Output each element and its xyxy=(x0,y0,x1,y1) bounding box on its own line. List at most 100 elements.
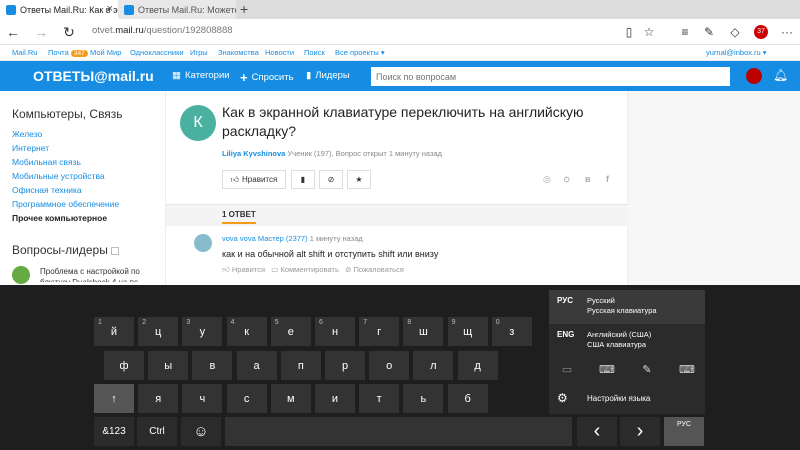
key[interactable]: д xyxy=(457,351,498,380)
sidebar-link[interactable]: Мобильная связь xyxy=(12,157,81,167)
answer-like-link[interactable]: 👍︎ Нравится xyxy=(222,265,265,274)
tab-title: Ответы Mail.Ru: Можете пс xyxy=(138,4,236,15)
key[interactable]: т xyxy=(359,384,400,413)
key[interactable]: а xyxy=(236,351,277,380)
key[interactable]: 6н xyxy=(315,317,355,346)
tab-active[interactable]: Ответы Mail.Ru: Как в э × xyxy=(0,0,118,19)
question-author[interactable]: Liliya Kyvshinova xyxy=(222,149,285,158)
user-email[interactable]: yurnal@inbox.ru ▾ xyxy=(706,48,767,57)
portal-link-search[interactable]: Поиск xyxy=(304,48,325,57)
space-key[interactable] xyxy=(225,417,572,446)
language-option-eng[interactable]: ENG Английский (США) США клавиатура xyxy=(549,324,705,358)
sidebar-link[interactable]: Программное обеспечение xyxy=(12,199,119,209)
key[interactable]: 7г xyxy=(359,317,400,346)
key[interactable]: м xyxy=(270,384,311,413)
key[interactable]: 1й xyxy=(94,317,134,346)
bell-icon[interactable]: 🔔︎ xyxy=(773,68,788,82)
notes-icon[interactable]: ✎ xyxy=(700,23,718,41)
sidebar-link[interactable]: Офисная техника xyxy=(12,185,82,195)
ctrl-key[interactable]: Ctrl xyxy=(137,417,177,446)
portal-link-mailru[interactable]: Mail.Ru xyxy=(12,48,37,57)
key[interactable]: ч xyxy=(182,384,223,413)
keyboard-split-icon[interactable]: ⌨︎ xyxy=(597,363,617,377)
ask-button[interactable]: + Спросить xyxy=(240,70,294,85)
leader-question-link[interactable]: Проблема с настройкой по блютузу Dualsho… xyxy=(40,266,155,282)
share-icon[interactable]: ◎ xyxy=(543,174,551,185)
like-button[interactable]: 👍︎ Нравится xyxy=(222,170,286,189)
bookmark-button[interactable]: ▮ xyxy=(291,170,315,189)
sidebar-link[interactable]: Мобильные устройства xyxy=(12,171,105,181)
favorite-star-icon[interactable]: ☆ xyxy=(640,23,658,41)
key[interactable]: 9щ xyxy=(447,317,488,346)
search-input[interactable] xyxy=(371,67,730,86)
key[interactable]: ф xyxy=(104,351,144,380)
portal-link-all-projects[interactable]: Все проекты ▾ xyxy=(335,48,385,57)
shift-key[interactable]: ↑ xyxy=(94,384,134,413)
portal-link-ok[interactable]: Одноклассники xyxy=(130,48,184,57)
star-button[interactable]: ★ xyxy=(347,170,371,189)
sidebar-link[interactable]: Интернет xyxy=(12,143,49,153)
key[interactable]: б xyxy=(447,384,488,413)
categories-button[interactable]: ▦ Категории xyxy=(172,70,230,81)
key[interactable]: 4к xyxy=(226,317,267,346)
key[interactable]: л xyxy=(413,351,454,380)
key[interactable]: я xyxy=(138,384,179,413)
hub-icon[interactable]: ≡ xyxy=(676,23,694,41)
checkbox-icon[interactable] xyxy=(111,246,120,255)
share-icon[interactable]: ◇ xyxy=(726,23,744,41)
key[interactable]: и xyxy=(315,384,355,413)
language-key[interactable]: РУС xyxy=(664,417,704,446)
portal-link-dating[interactable]: Знакомства xyxy=(218,48,259,57)
new-tab-icon[interactable]: + xyxy=(240,0,254,19)
url-field[interactable]: otvet.mail.ru/question/192808888 xyxy=(92,25,233,36)
key[interactable]: п xyxy=(280,351,321,380)
refresh-icon[interactable]: ↻ xyxy=(60,23,78,41)
portal-link-mail[interactable]: Почта 347 xyxy=(48,48,88,57)
key[interactable]: ь xyxy=(403,384,444,413)
keyboard-wide-icon[interactable]: ▭ xyxy=(557,363,577,377)
key[interactable]: в xyxy=(192,351,233,380)
forward-icon[interactable]: → xyxy=(32,23,50,41)
prev-key[interactable]: ‹ xyxy=(577,417,617,446)
key[interactable]: 2ц xyxy=(138,317,179,346)
leaders-button[interactable]: ▮ Лидеры xyxy=(306,70,350,81)
sidebar-link[interactable]: Железо xyxy=(12,129,42,139)
gear-icon: ⚙︎ xyxy=(557,391,568,405)
site-logo[interactable]: ОТВЕТЫ@mail.ru xyxy=(33,68,154,84)
more-icon[interactable]: ··· xyxy=(778,23,796,41)
key[interactable]: ы xyxy=(148,351,189,380)
key[interactable]: с xyxy=(226,384,267,413)
key[interactable]: р xyxy=(325,351,365,380)
close-tab-icon[interactable]: × xyxy=(107,3,113,15)
portal-link-games[interactable]: Игры xyxy=(190,48,208,57)
symbols-key[interactable]: &123 xyxy=(94,417,134,446)
tab-inactive[interactable]: Ответы Mail.Ru: Можете пс xyxy=(118,0,236,19)
answer-author[interactable]: vova vova xyxy=(222,234,256,243)
extension-icon[interactable]: 37 xyxy=(754,25,768,39)
vk-icon[interactable]: в xyxy=(585,174,591,184)
key[interactable]: о xyxy=(369,351,410,380)
next-key[interactable]: › xyxy=(620,417,660,446)
key[interactable]: 0з xyxy=(491,317,532,346)
portal-link-myworld[interactable]: Мой Мир xyxy=(90,48,121,57)
key[interactable]: 8ш xyxy=(403,317,444,346)
language-settings[interactable]: ⚙︎ Настройки языка xyxy=(549,387,705,411)
portal-link-news[interactable]: Новости xyxy=(265,48,294,57)
answer-avatar[interactable] xyxy=(194,234,212,252)
user-avatar[interactable] xyxy=(746,68,762,84)
question-avatar[interactable]: К xyxy=(180,105,216,141)
back-icon[interactable]: ← xyxy=(4,23,22,41)
handwriting-icon[interactable]: ✎ xyxy=(637,363,657,377)
language-option-rus[interactable]: РУС Русский Русская клавиатура xyxy=(549,290,705,324)
reading-view-icon[interactable]: ▯ xyxy=(620,23,638,41)
answer-report-link[interactable]: ⊘ Пожаловаться xyxy=(345,265,404,274)
block-button[interactable]: ⊘ xyxy=(319,170,343,189)
key[interactable]: 5е xyxy=(270,317,311,346)
emoji-key[interactable]: ☺ xyxy=(181,417,221,446)
sidebar-link-active[interactable]: Прочее компьютерное xyxy=(12,213,107,223)
answer-comment-link[interactable]: ▭ Комментировать xyxy=(271,265,339,274)
facebook-icon[interactable]: f xyxy=(606,174,609,184)
keyboard-full-icon[interactable]: ⌨︎ xyxy=(677,363,697,377)
key[interactable]: 3у xyxy=(182,317,223,346)
odnoklassniki-icon[interactable]: ѻ xyxy=(564,174,570,184)
